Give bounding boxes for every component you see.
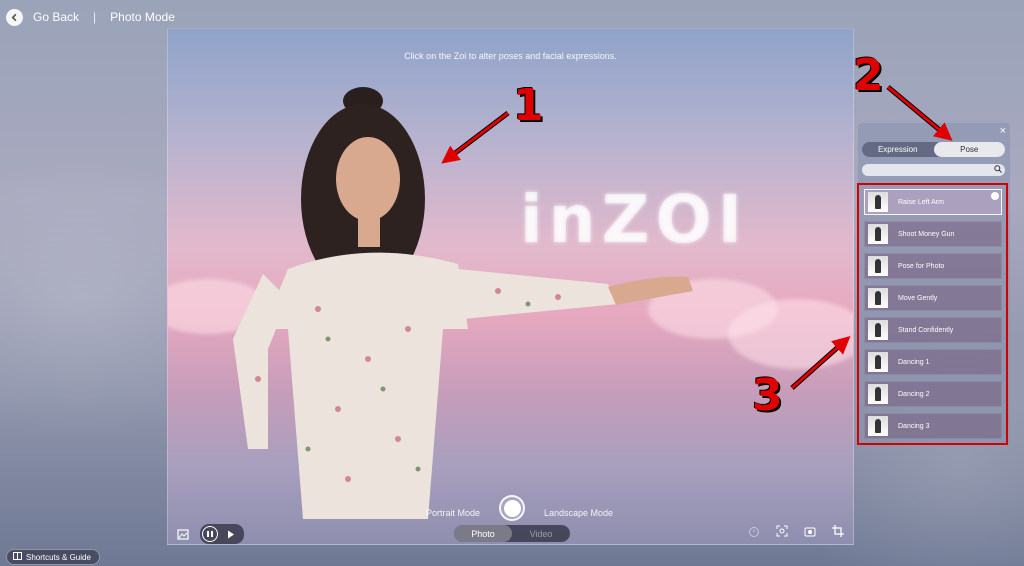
search-icon[interactable] [994, 165, 1002, 175]
video-tab[interactable]: Video [512, 525, 570, 542]
portrait-mode-label[interactable]: Portrait Mode [426, 508, 480, 518]
annotation-number-1: 1 [513, 80, 544, 131]
pose-label: Raise Left Arm [898, 198, 944, 206]
pose-search-input[interactable] [862, 164, 1005, 176]
annotation-number-3: 3 [752, 370, 783, 421]
pose-label: Dancing 3 [898, 422, 930, 430]
shutter-button[interactable] [499, 495, 525, 521]
annotation-number-2: 2 [853, 50, 884, 101]
pose-thumbnail [868, 192, 888, 212]
pose-item[interactable]: Move Gently [864, 285, 1002, 311]
pose-item[interactable]: Stand Confidently [864, 317, 1002, 343]
left-controls [176, 524, 244, 544]
photo-video-toggle: Photo Video [454, 525, 570, 542]
landscape-mode-label[interactable]: Landscape Mode [544, 508, 613, 518]
selected-check-icon [991, 192, 999, 200]
face-focus-icon[interactable] [775, 524, 789, 538]
tab-pose[interactable]: Pose [933, 142, 1005, 157]
shortcuts-label: Shortcuts & Guide [26, 552, 91, 562]
panel-tabs: Expression Pose [862, 142, 1005, 157]
tab-expression[interactable]: Expression [862, 142, 934, 157]
page-title: Photo Mode [110, 10, 175, 24]
pose-item[interactable]: Raise Left Arm [864, 189, 1002, 215]
gallery-icon[interactable] [176, 527, 190, 541]
pose-thumbnail [868, 416, 888, 436]
pose-item[interactable]: Dancing 3 [864, 413, 1002, 439]
go-back-label: Go Back [33, 10, 80, 24]
photo-tab[interactable]: Photo [454, 525, 512, 542]
zoi-character[interactable] [168, 29, 854, 545]
pose-thumbnail [868, 256, 888, 276]
pause-icon[interactable] [202, 526, 218, 542]
right-controls [747, 524, 845, 538]
go-back-button[interactable]: Go Back [6, 8, 80, 26]
close-icon[interactable]: × [1000, 125, 1006, 137]
timer-icon[interactable] [747, 524, 761, 538]
pose-label: Move Gently [898, 294, 938, 302]
title-separator: | [93, 10, 97, 24]
pose-thumbnail [868, 224, 888, 244]
pose-label: Pose for Photo [898, 262, 945, 270]
pose-label: Dancing 2 [898, 390, 930, 398]
playback-controls [200, 524, 244, 544]
pose-item[interactable]: Dancing 2 [864, 381, 1002, 407]
pose-label: Dancing 1 [898, 358, 930, 366]
back-arrow-icon [6, 8, 23, 26]
play-icon[interactable] [224, 527, 238, 541]
book-icon [13, 552, 22, 562]
pose-list-highlight: Raise Left Arm Shoot Money Gun Pose for … [857, 183, 1008, 445]
pose-item[interactable]: Shoot Money Gun [864, 221, 1002, 247]
pose-thumbnail [868, 288, 888, 308]
camera-settings-icon[interactable] [803, 524, 817, 538]
shutter-inner [503, 499, 521, 517]
pose-thumbnail [868, 320, 888, 340]
shortcuts-guide-button[interactable]: Shortcuts & Guide [6, 549, 100, 565]
pose-thumbnail [868, 384, 888, 404]
photo-viewport[interactable]: Click on the Zoi to alter poses and faci… [167, 28, 854, 545]
crop-icon[interactable] [831, 524, 845, 538]
pose-item[interactable]: Pose for Photo [864, 253, 1002, 279]
pose-item[interactable]: Dancing 1 [864, 349, 1002, 375]
pose-label: Shoot Money Gun [898, 230, 955, 238]
capture-toolbar: Portrait Mode Landscape Mode Photo Video [168, 495, 853, 544]
pose-label: Stand Confidently [898, 326, 954, 334]
pose-thumbnail [868, 352, 888, 372]
